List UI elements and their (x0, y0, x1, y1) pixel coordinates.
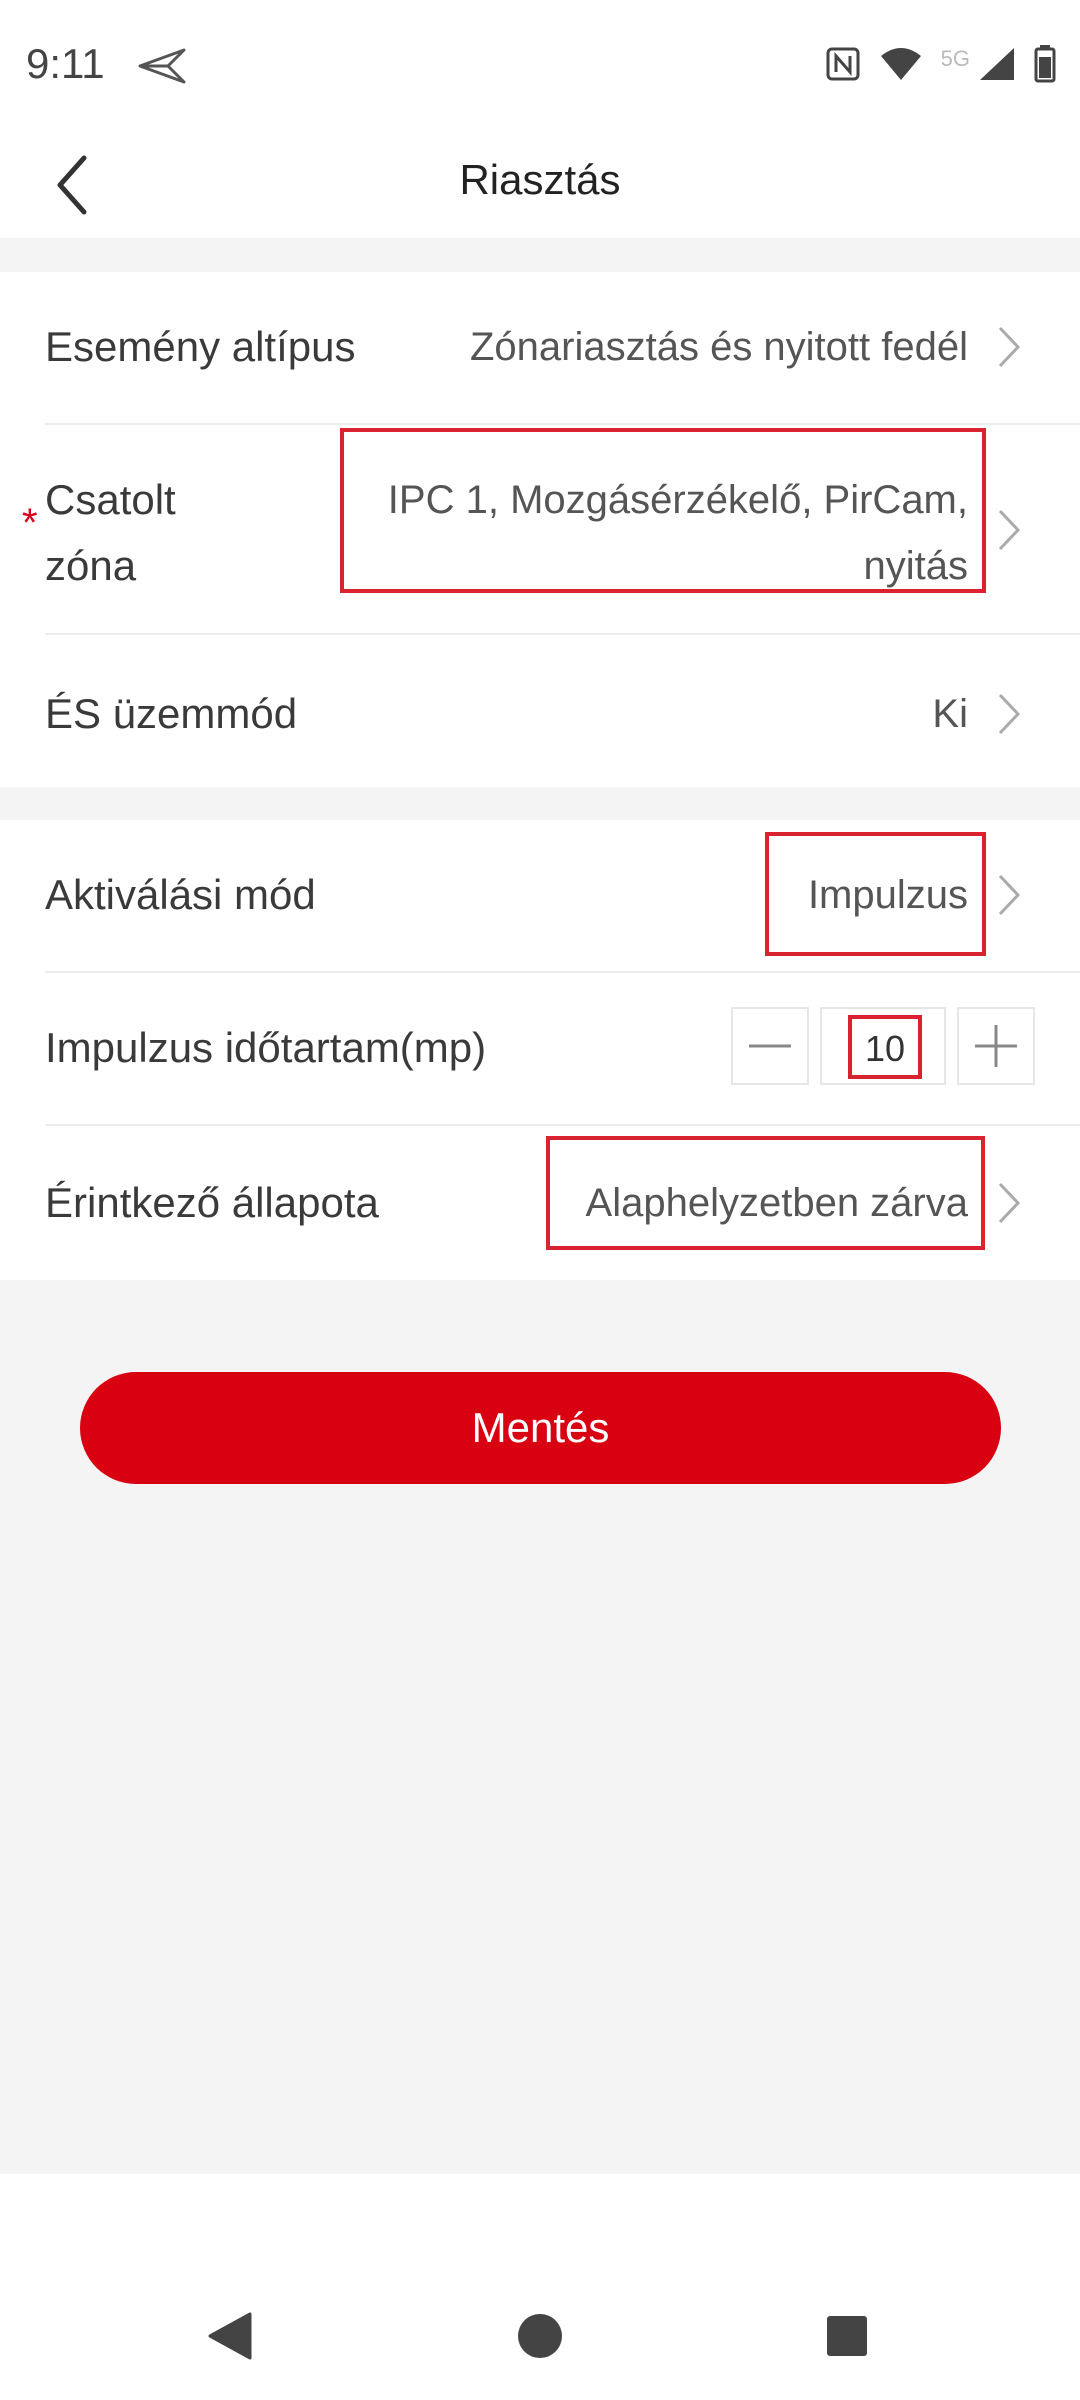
chevron-right-icon (998, 326, 1021, 368)
battery-icon (1034, 45, 1056, 83)
nav-home-icon[interactable] (516, 2312, 564, 2360)
required-star: * (22, 501, 38, 545)
save-button[interactable]: Mentés (80, 1372, 1001, 1484)
signal-icon (980, 48, 1014, 80)
plus-icon (975, 1025, 1017, 1067)
and-mode-value: Ki (932, 692, 968, 736)
event-subtype-label: Esemény altípus (45, 323, 356, 370)
nav-recents-icon[interactable] (825, 2314, 869, 2358)
app-header: Riasztás (0, 132, 1080, 238)
nfc-icon (826, 47, 860, 81)
chevron-right-icon (998, 509, 1021, 551)
contact-state-row[interactable]: Érintkező állapota Alaphelyzetben zárva (0, 1126, 1080, 1280)
status-icons: 5G (825, 42, 1056, 86)
output-settings-section: Aktiválási mód Impulzus Impulzus időtart… (0, 820, 1080, 1280)
nav-back-icon[interactable] (206, 2310, 254, 2362)
pulse-duration-row: Impulzus időtartam(mp) 10 (0, 973, 1080, 1126)
system-navigation-bar (0, 2174, 1080, 2400)
status-bar: 9:11 5G (0, 0, 1080, 132)
wifi-icon (880, 48, 921, 80)
highlight-box (765, 832, 986, 956)
activation-mode-label: Aktiválási mód (45, 871, 316, 918)
status-time: 9:11 (26, 40, 105, 87)
network-label: 5G (940, 46, 970, 71)
contact-state-label: Érintkező állapota (45, 1179, 379, 1226)
chevron-right-icon (998, 1182, 1021, 1224)
chevron-right-icon (998, 693, 1021, 735)
highlight-box (546, 1136, 985, 1250)
event-settings-section: Esemény altípus Zónariasztás és nyitott … (0, 272, 1080, 787)
pulse-duration-label: Impulzus időtartam(mp) (45, 1024, 487, 1071)
event-subtype-row[interactable]: Esemény altípus Zónariasztás és nyitott … (0, 272, 1080, 425)
increment-button[interactable] (957, 1007, 1035, 1085)
minus-icon (749, 1044, 791, 1048)
event-subtype-value: Zónariasztás és nyitott fedél (469, 325, 968, 369)
linked-zone-label-line1: Csatolt (45, 476, 176, 523)
page-title: Riasztás (459, 156, 621, 203)
linked-zone-label-line2: zóna (45, 542, 137, 589)
highlight-box (340, 428, 986, 593)
send-icon (138, 48, 186, 84)
pulse-duration-value: 10 (848, 1015, 922, 1079)
activation-mode-row[interactable]: Aktiválási mód Impulzus (0, 820, 1080, 973)
linked-zone-row[interactable]: * Csatolt zóna IPC 1, Mozgásérzékelő, Pi… (0, 425, 1080, 635)
and-mode-label: ÉS üzemmód (45, 690, 298, 737)
decrement-button[interactable] (731, 1007, 809, 1085)
chevron-right-icon (998, 874, 1021, 916)
and-mode-row[interactable]: ÉS üzemmód Ki (0, 635, 1080, 787)
